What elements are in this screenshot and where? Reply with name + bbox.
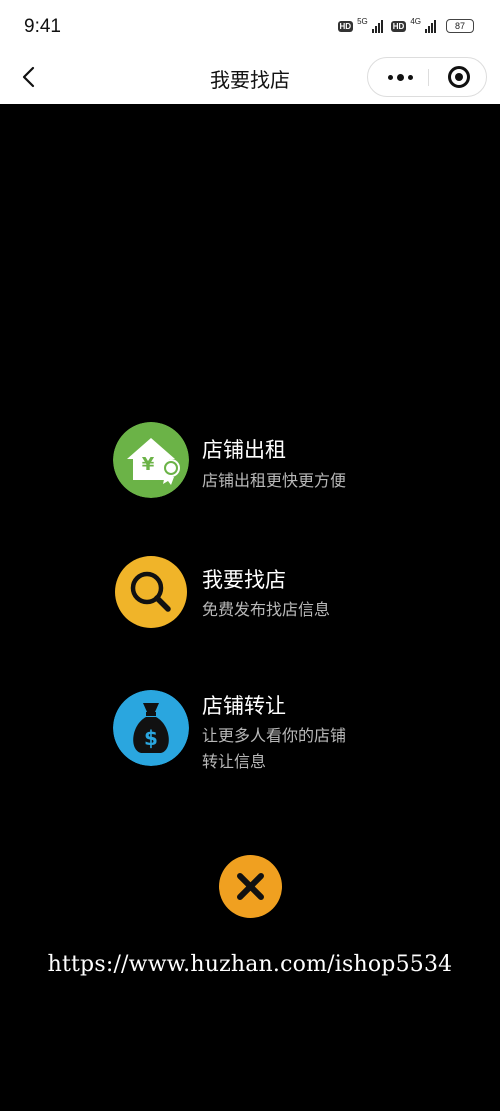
status-time: 9:41: [24, 16, 61, 37]
house-yen-icon: ¥: [113, 422, 189, 498]
close-icon: [237, 873, 264, 900]
money-bag-icon: $: [113, 690, 189, 766]
status-bar: 9:41 HD 5G HD 4G 87: [0, 0, 500, 52]
search-icon: [115, 556, 187, 628]
system-icons: HD 5G HD 4G 87: [337, 16, 474, 33]
menu-item-transfer-shop[interactable]: $ 店铺转让 让更多人看你的店铺 转让信息: [113, 690, 413, 780]
menu-item-find-shop[interactable]: 我要找店 免费发布找店信息: [113, 554, 413, 634]
menu-item-desc: 免费发布找店信息: [202, 600, 331, 619]
network-type-2: 4G: [410, 16, 421, 26]
svg-text:¥: ¥: [142, 454, 155, 475]
target-circle-icon[interactable]: [448, 66, 470, 88]
menu-item-rent-shop[interactable]: ¥ 店铺出租 店铺出租更快更方便: [113, 422, 413, 502]
hd-badge-2: HD: [390, 20, 407, 32]
watermark-url: https://www.huzhan.com/ishop5534: [47, 952, 453, 977]
battery-icon: 87: [446, 19, 474, 33]
menu-item-title: 店铺出租: [202, 438, 286, 462]
menu-item-desc-line-2: 转让信息: [202, 752, 267, 771]
more-dots-icon[interactable]: [382, 58, 418, 96]
capsule-divider: [428, 69, 429, 86]
nav-bar: 我要找店: [0, 52, 500, 104]
network-type: 5G: [357, 16, 368, 26]
capsule-menu: [367, 57, 487, 97]
battery-level: 87: [454, 21, 465, 31]
chevron-left-icon[interactable]: [16, 64, 42, 90]
svg-text:$: $: [144, 726, 158, 750]
menu-item-title: 店铺转让: [202, 694, 286, 718]
menu-item-desc: 店铺出租更快更方便: [202, 471, 347, 490]
signal-icon: [371, 19, 383, 33]
menu-item-title: 我要找店: [202, 568, 286, 592]
hd-badge: HD: [337, 20, 354, 32]
signal-icon-2: [425, 19, 436, 33]
close-button[interactable]: [219, 855, 282, 918]
menu-item-desc-line-1: 让更多人看你的店铺: [202, 726, 347, 745]
